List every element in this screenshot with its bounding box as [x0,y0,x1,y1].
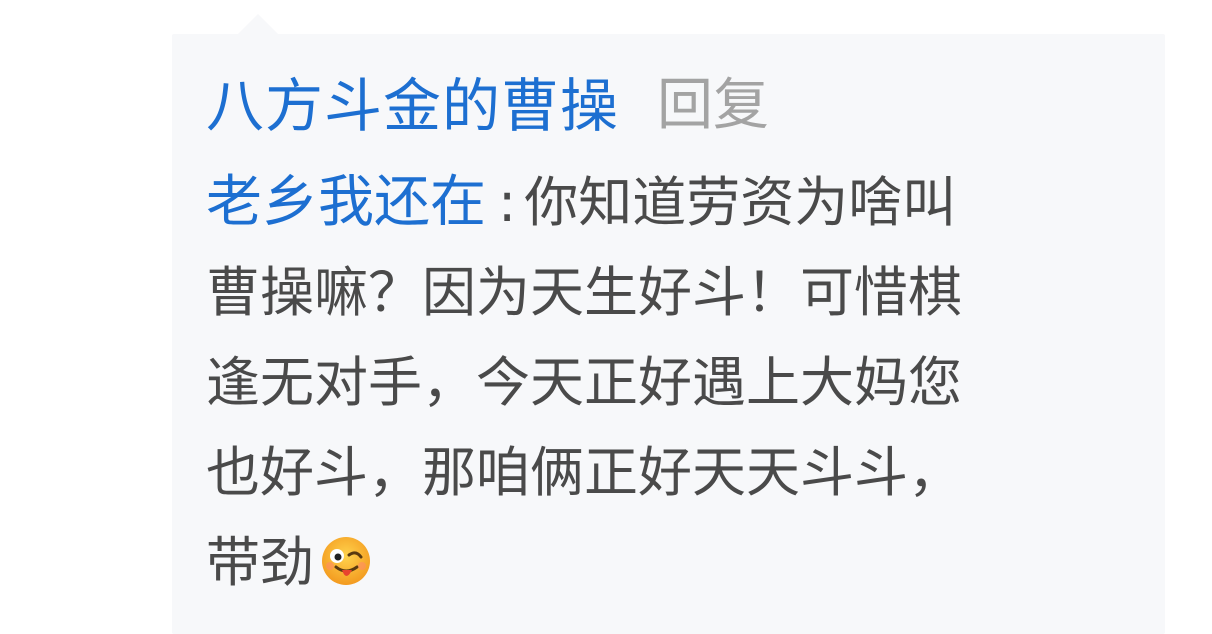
wink-tongue-emoji-icon [320,524,372,585]
comment-line-3: 逢无对手，今天正好遇上大妈您 [206,338,1146,428]
comment-text-line: 带劲 [206,531,314,594]
comment-line-2: 曹操嘛？因为天生好斗！可惜棋 [206,248,1146,338]
comment-text-line: 你知道劳资为啥叫 [524,171,957,234]
quoted-author-name[interactable]: 老乡我还在 [206,170,486,235]
comment-text-line: 也好斗，那咱俩正好天天斗斗， [206,441,962,504]
author-separator: : [498,171,517,234]
comment-text-line: 曹操嘛？因为天生好斗！可惜棋 [206,261,962,324]
comment-line-1: 老乡我还在: 你知道劳资为啥叫 [206,158,1146,248]
comment-text-line: 逢无对手，今天正好遇上大妈您 [206,351,962,414]
reply-header: 八方斗金的曹操 回复 [206,66,769,146]
reply-button[interactable]: 回复 [657,66,769,146]
reply-comment-body: 老乡我还在: 你知道劳资为啥叫 曹操嘛？因为天生好斗！可惜棋 逢无对手，今天正好遇… [206,158,1146,608]
reply-author-name[interactable]: 八方斗金的曹操 [206,66,619,146]
reply-card-caret [238,14,278,34]
comment-line-5: 带劲 [206,518,1146,608]
reply-card: 八方斗金的曹操 回复 老乡我还在: 你知道劳资为啥叫 曹操嘛？因为天生好斗！可惜棋… [172,34,1165,634]
comment-line-4: 也好斗，那咱俩正好天天斗斗， [206,428,1146,518]
